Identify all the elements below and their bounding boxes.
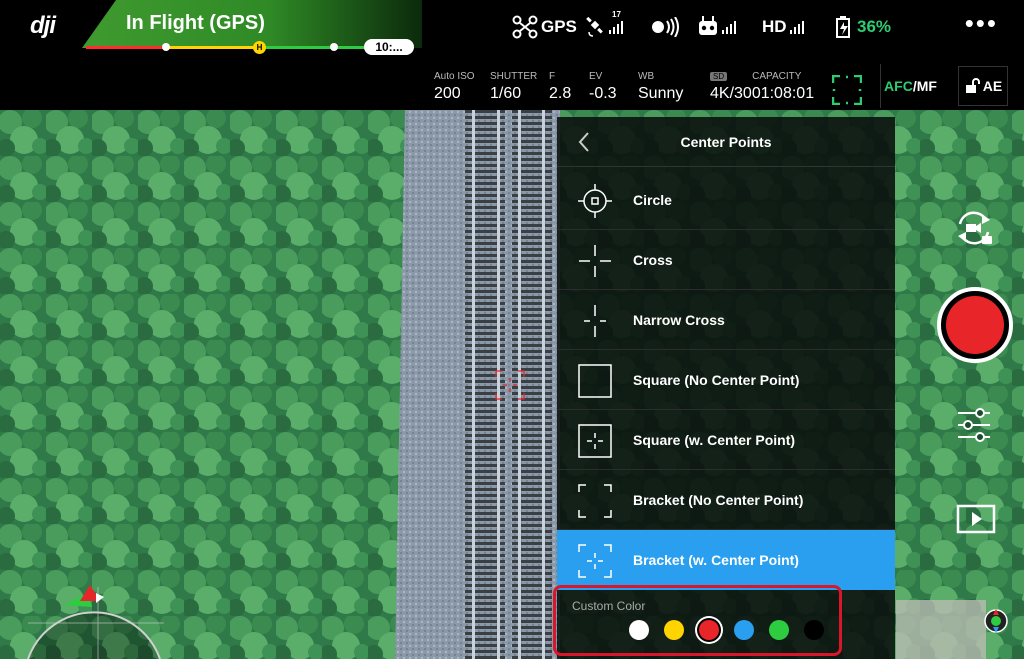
shutter-value: 1/60 — [490, 85, 522, 102]
option-label: Circle — [633, 192, 672, 208]
camera-settings-sliders-icon[interactable] — [956, 405, 992, 445]
center-points-panel: Center Points Circle Cross Narrow Cross … — [557, 117, 895, 659]
center-point-option-cross[interactable]: Cross — [557, 230, 895, 290]
satellite-signal-bars — [609, 20, 623, 34]
iso-setting[interactable]: Auto ISO 200 — [434, 71, 475, 103]
shutter-setting[interactable]: SHUTTER 1/60 — [490, 71, 537, 103]
battery-percent: 36% — [857, 17, 892, 36]
unlock-icon — [965, 78, 980, 93]
battery-indicator[interactable]: 36% — [834, 12, 891, 42]
center-point-reticle — [495, 370, 525, 400]
capacity-value: 01:08:01 — [751, 85, 815, 102]
center-point-option-square-no-center[interactable]: Square (No Center Point) — [557, 350, 895, 410]
aperture-value: 2.8 — [549, 85, 572, 102]
narrow-cross-reticle-icon — [584, 305, 606, 337]
playback-icon[interactable] — [956, 502, 996, 534]
satellite-count: 17 — [612, 10, 621, 19]
option-label: Cross — [633, 252, 673, 268]
center-point-option-bracket-no-center[interactable]: Bracket (No Center Point) — [557, 470, 895, 530]
aperture-setting[interactable]: F 2.8 — [549, 71, 571, 103]
ae-lock-button[interactable]: AE — [958, 66, 1008, 106]
ae-label: AE — [982, 78, 1003, 94]
square-reticle-icon — [578, 364, 612, 398]
resolution-value: 4K/30 — [710, 85, 752, 102]
square-center-reticle-icon — [578, 424, 612, 458]
aircraft-gps-indicator[interactable]: GPS — [512, 12, 577, 42]
aperture-label: F — [549, 71, 556, 82]
option-label: Square (No Center Point) — [633, 372, 800, 388]
mf-label: /MF — [912, 78, 937, 94]
bracket-reticle-icon — [578, 484, 612, 518]
center-point-option-circle[interactable]: Circle — [557, 170, 895, 230]
center-point-option-narrow-cross[interactable]: Narrow Cross — [557, 290, 895, 350]
wifi-indicator[interactable] — [650, 12, 680, 42]
hd-label: HD — [762, 17, 787, 36]
hd-video-signal[interactable]: HD — [762, 12, 804, 42]
custom-color-highlight — [553, 585, 842, 656]
drone-icon — [512, 15, 538, 39]
cross-reticle-icon — [579, 245, 611, 277]
option-label: Narrow Cross — [633, 312, 725, 328]
panel-header: Center Points — [557, 117, 895, 167]
attitude-radar-icon — [27, 585, 164, 659]
record-indicator — [946, 296, 1004, 354]
sd-card-icon: SD — [710, 72, 728, 81]
gps-label: GPS — [541, 17, 577, 36]
satellite-icon — [586, 16, 603, 37]
storage-capacity[interactable]: SD CAPACITY 4K/3001:08:01 — [710, 71, 814, 103]
battery-icon — [836, 16, 850, 38]
controller-icon — [699, 16, 717, 35]
afc-label: AFC — [884, 78, 913, 94]
wb-value: Sunny — [638, 85, 684, 102]
capacity-label: CAPACITY — [752, 71, 802, 82]
white-balance-setting[interactable]: WB Sunny — [638, 71, 683, 103]
home-point-marker: H — [253, 41, 266, 54]
ev-value: -0.3 — [589, 85, 617, 102]
ev-setting[interactable]: EV -0.3 — [589, 71, 617, 103]
flight-time-remaining: 10:... — [364, 39, 414, 55]
photo-video-switch-icon[interactable] — [952, 208, 996, 248]
more-menu-button[interactable]: ••• — [965, 10, 998, 36]
flight-bar-dot — [162, 43, 170, 51]
wb-label: WB — [638, 71, 655, 82]
remote-controller-signal[interactable] — [697, 12, 736, 42]
status-bar: dji In Flight (GPS) H 10:... GPS 17 HD 3… — [0, 0, 1024, 60]
iso-value: 200 — [434, 85, 461, 102]
center-point-option-bracket-with-center[interactable]: Bracket (w. Center Point) — [557, 530, 895, 590]
flight-bar-dot — [330, 43, 338, 51]
dji-logo[interactable]: dji — [30, 12, 80, 39]
focus-frame-icon[interactable] — [832, 75, 862, 105]
record-button[interactable] — [937, 287, 1013, 363]
option-label: Bracket (w. Center Point) — [633, 552, 799, 568]
option-label: Bracket (No Center Point) — [633, 492, 804, 508]
iso-label: Auto ISO — [434, 71, 475, 82]
shutter-label: SHUTTER — [490, 71, 538, 82]
satellite-indicator[interactable]: 17 — [586, 10, 623, 42]
controller-signal-bars — [722, 20, 736, 34]
center-point-option-square-with-center[interactable]: Square (w. Center Point) — [557, 410, 895, 470]
circle-reticle-icon — [578, 184, 612, 218]
ev-label: EV — [589, 71, 603, 82]
wireless-signal-icon — [652, 17, 679, 37]
mini-compass-icon — [984, 609, 1008, 633]
focus-mode-toggle[interactable]: AFC/MF — [880, 64, 940, 108]
panel-title: Center Points — [680, 134, 772, 150]
bracket-center-reticle-icon — [578, 544, 612, 578]
hd-signal-bars — [789, 20, 804, 34]
flight-status-text: In Flight (GPS) — [126, 12, 265, 34]
option-label: Square (w. Center Point) — [633, 432, 796, 448]
